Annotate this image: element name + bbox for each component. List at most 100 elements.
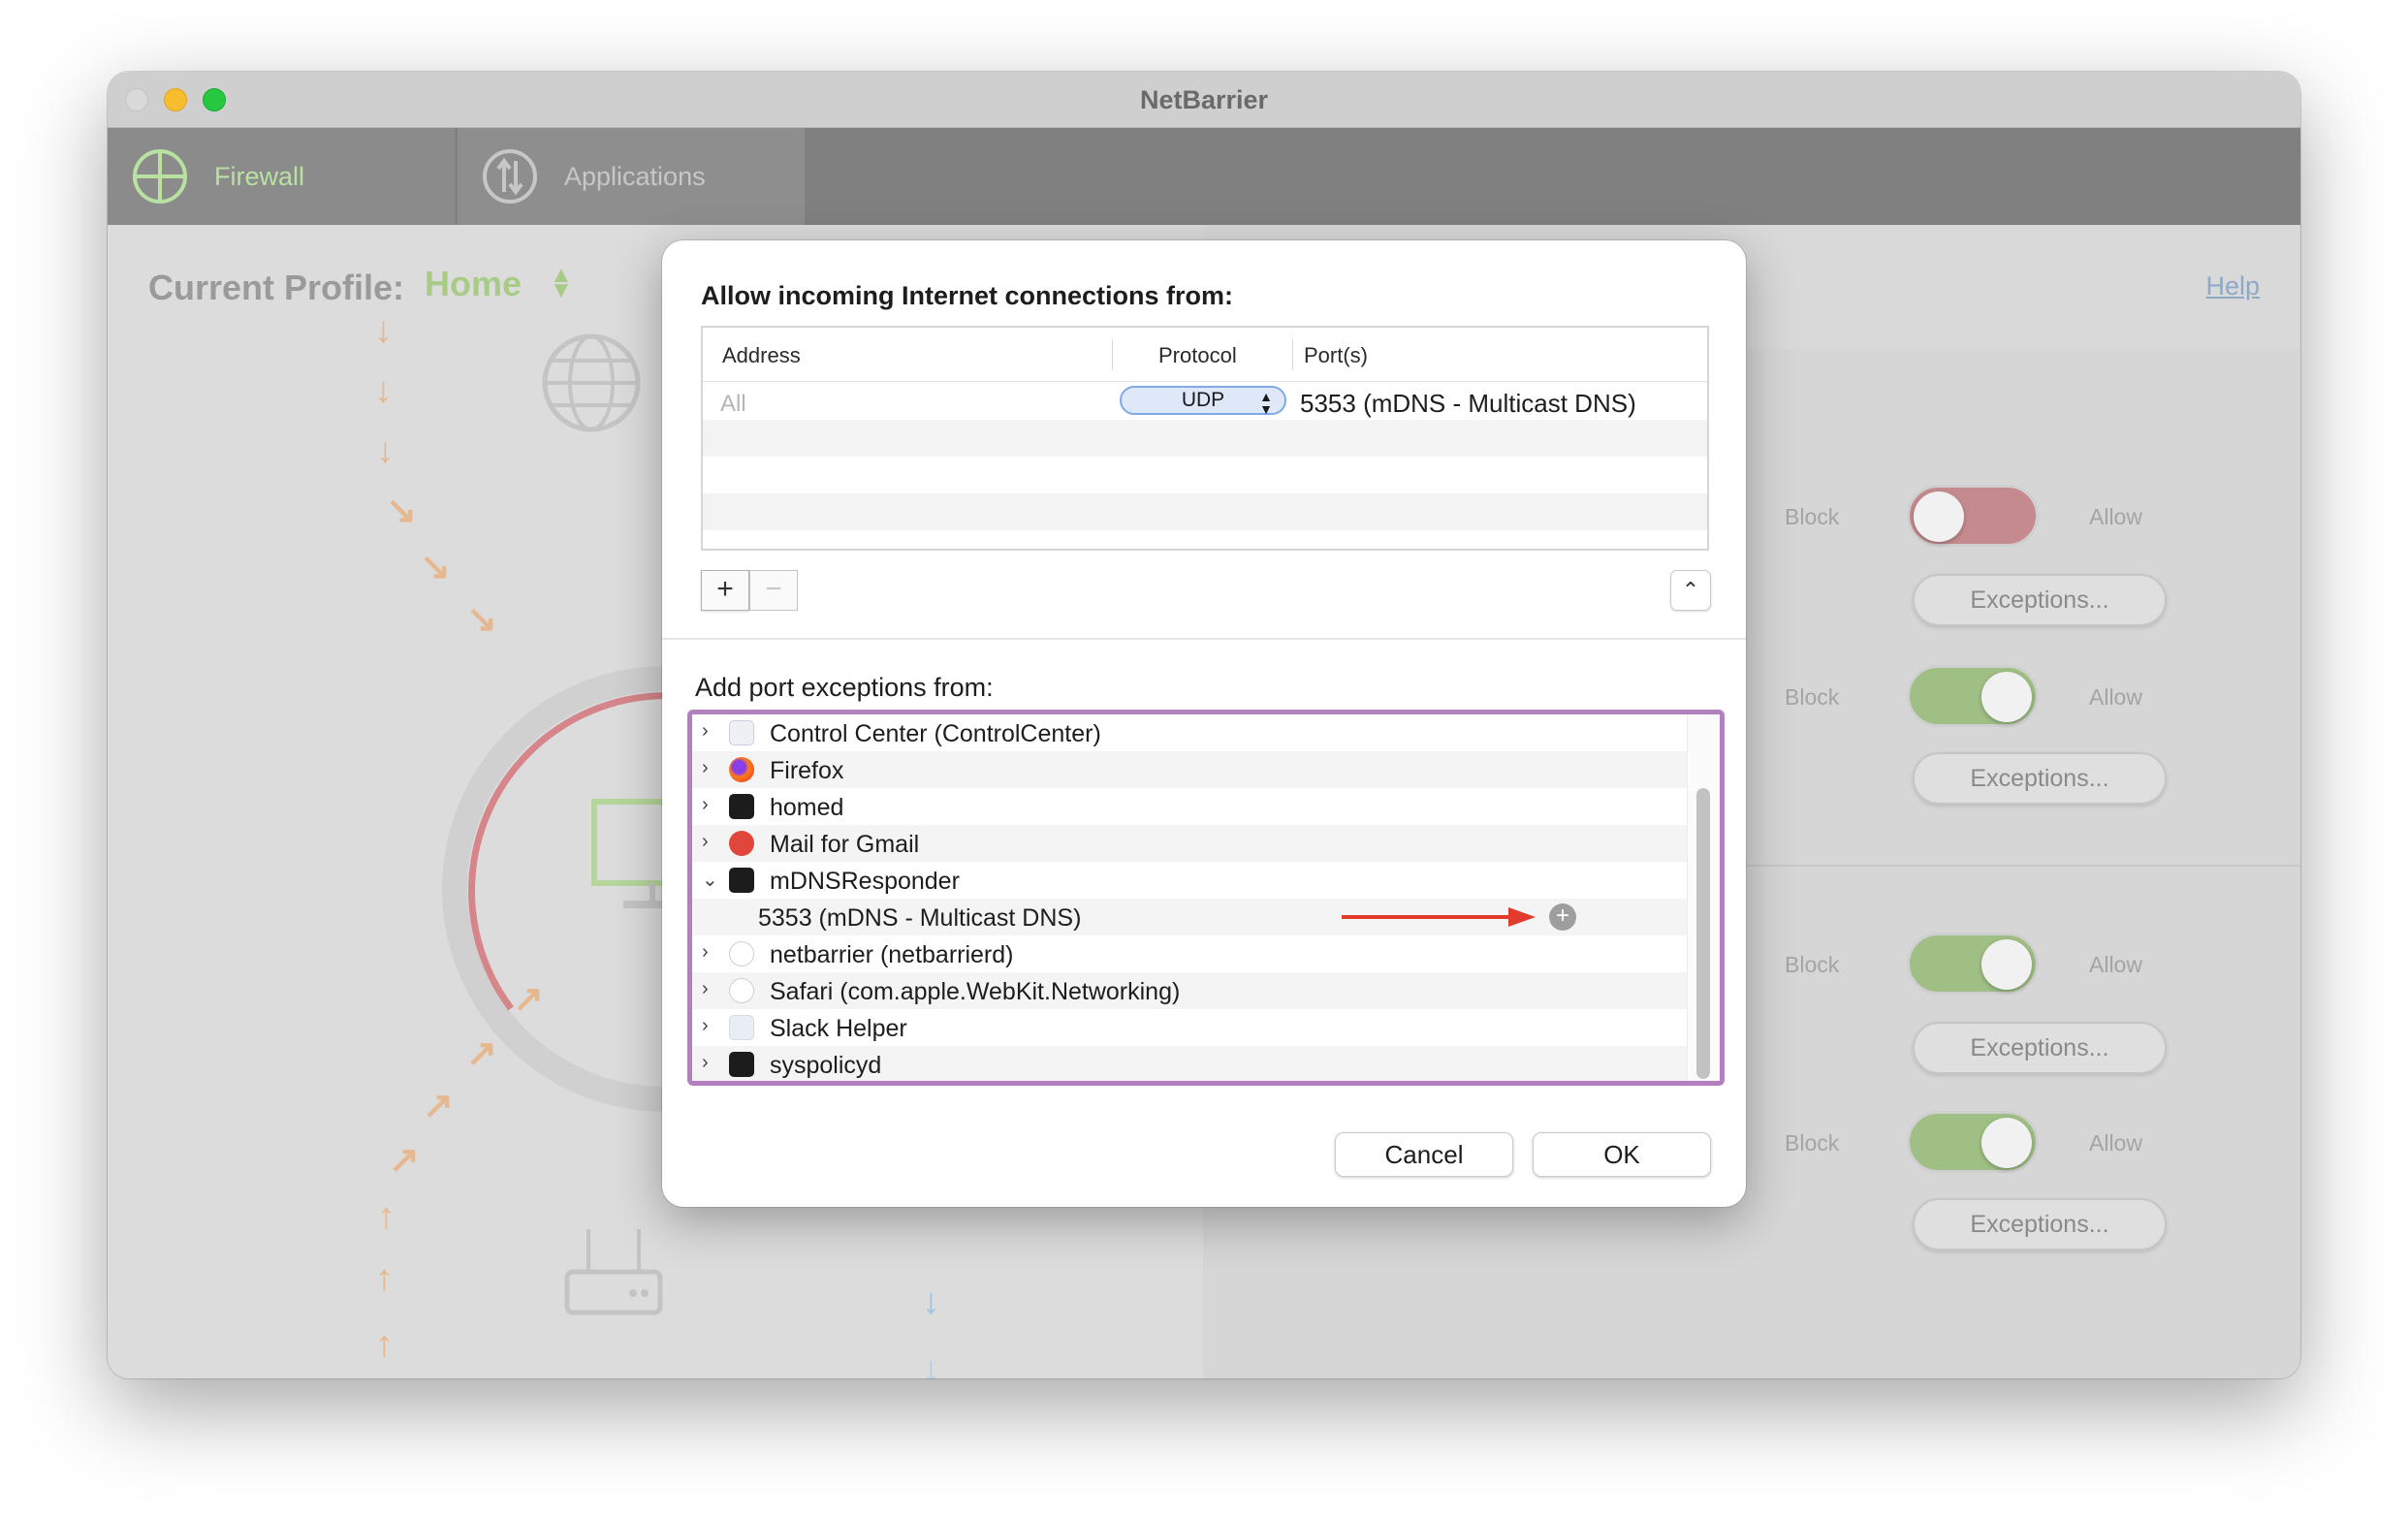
table-row	[703, 493, 1707, 530]
app-name: Mail for Gmail	[770, 831, 920, 858]
disclosure-chevron-icon[interactable]: ›	[702, 1015, 709, 1037]
allow-label: Allow	[2089, 952, 2142, 977]
app-name: netbarrier (netbarrierd)	[770, 941, 1014, 968]
outgoing-arrow-icon: ↗	[513, 979, 544, 1020]
screen: NetBarrier Firewall Applications Current…	[0, 0, 2408, 1520]
tab-applications-label: Applications	[564, 161, 706, 191]
block-allow-toggle[interactable]	[1907, 485, 2039, 547]
internet-globe-icon	[542, 333, 641, 432]
disclosure-chevron-icon[interactable]: ›	[702, 831, 709, 853]
block-allow-toggle[interactable]	[1907, 933, 2039, 995]
control-center-icon	[729, 720, 754, 745]
exceptions-button[interactable]: Exceptions...	[1913, 752, 2167, 805]
switch-row: Block Allow	[1785, 1111, 2250, 1188]
disclosure-chevron-icon[interactable]: ›	[702, 941, 709, 964]
disclosure-chevron-icon[interactable]: ›	[702, 794, 709, 816]
disclosure-chevron-icon[interactable]: ›	[702, 757, 709, 779]
annotation-arrow-icon	[1342, 907, 1536, 927]
terminal-icon	[729, 1052, 754, 1077]
scrollbar-thumb[interactable]	[1696, 788, 1710, 1079]
exceptions-button[interactable]: Exceptions...	[1913, 1198, 2167, 1251]
column-address[interactable]: Address	[722, 343, 801, 368]
app-name: mDNSResponder	[770, 868, 960, 895]
table-row[interactable]: All UDP ▲ ▼ 5353 (mDNS - Multicast DNS)	[703, 383, 1707, 420]
list-item[interactable]: › Control Center (ControlCenter)	[692, 714, 1695, 751]
incoming-arrow-icon: ↘	[420, 547, 451, 587]
exceptions-button[interactable]: Exceptions...	[1913, 1022, 2167, 1074]
window-title: NetBarrier	[1139, 85, 1269, 114]
remove-rule-button[interactable]: −	[749, 570, 798, 611]
allow-label: Allow	[2089, 684, 2142, 710]
protocol-popup[interactable]: UDP ▲ ▼	[1120, 386, 1286, 417]
column-separator	[1292, 339, 1293, 370]
toggle-knob	[1981, 1118, 2032, 1168]
address-cell[interactable]: All	[720, 391, 746, 418]
ports-cell[interactable]: 5353 (mDNS - Multicast DNS)	[1300, 389, 1636, 419]
incoming-arrow-icon: ↓	[374, 370, 393, 411]
disclosure-chevron-down-icon[interactable]: ⌄	[702, 868, 718, 892]
profile-label: Current Profile:	[148, 268, 405, 307]
disclosure-chevron-icon[interactable]: ›	[702, 978, 709, 1000]
disclosure-chevron-icon[interactable]: ›	[702, 720, 709, 743]
protocol-value: UDP	[1181, 389, 1225, 411]
profile-selector[interactable]: Home	[425, 264, 522, 304]
cancel-button[interactable]: Cancel	[1335, 1132, 1513, 1177]
list-item[interactable]: 5353 (mDNS - Multicast DNS) +	[692, 899, 1695, 935]
outgoing-arrow-icon: ↑	[375, 1324, 394, 1365]
add-rule-button[interactable]: +	[701, 570, 749, 611]
block-label: Block	[1785, 952, 1840, 977]
list-item[interactable]: › homed	[692, 788, 1695, 825]
list-item[interactable]: › Slack Helper	[692, 1009, 1695, 1046]
collapse-chevron-button[interactable]: ⌃	[1670, 570, 1711, 611]
block-label: Block	[1785, 504, 1840, 529]
allow-label: Allow	[2089, 1130, 2142, 1156]
port-entry: 5353 (mDNS - Multicast DNS)	[758, 904, 1082, 932]
app-name: Control Center (ControlCenter)	[770, 720, 1101, 747]
applications-icon	[483, 149, 537, 204]
column-protocol[interactable]: Protocol	[1158, 343, 1237, 368]
toggle-knob	[1981, 939, 2032, 990]
outgoing-arrow-icon: ↗	[389, 1140, 420, 1181]
toolbar: Firewall Applications	[108, 128, 2300, 225]
exceptions-button[interactable]: Exceptions...	[1913, 574, 2167, 626]
block-allow-toggle[interactable]	[1907, 1111, 2039, 1173]
applications-outline: › Control Center (ControlCenter) › Firef…	[687, 710, 1725, 1086]
shield-icon	[729, 978, 754, 1003]
add-exception-icon[interactable]: +	[1549, 903, 1576, 931]
port-exceptions-heading: Add port exceptions from:	[695, 673, 994, 702]
list-item[interactable]: › Mail for Gmail	[692, 825, 1695, 862]
firefox-icon	[729, 757, 754, 782]
local-arrow-icon: ↓	[922, 1349, 940, 1378]
dialog-divider	[662, 638, 1746, 640]
list-item[interactable]: › Safari (com.apple.WebKit.Networking)	[692, 972, 1695, 1009]
router-icon	[564, 1229, 663, 1315]
scrollbar-track[interactable]	[1687, 714, 1720, 1081]
outgoing-arrow-icon: ↑	[375, 1258, 394, 1299]
profile-stepper-icon[interactable]: ▲ ▼	[550, 264, 573, 302]
shield-icon	[729, 941, 754, 966]
outgoing-arrow-icon: ↑	[377, 1196, 396, 1237]
outgoing-arrow-icon: ↗	[466, 1033, 497, 1074]
app-name: homed	[770, 794, 844, 821]
list-item[interactable]: › syspolicyd	[692, 1046, 1695, 1081]
help-link[interactable]: Help	[2205, 271, 2260, 301]
list-item[interactable]: ⌄ mDNSResponder	[692, 862, 1695, 899]
mail-icon	[729, 831, 754, 856]
list-item[interactable]: › Firefox	[692, 751, 1695, 788]
terminal-icon	[729, 794, 754, 819]
switch-row: Block Allow	[1785, 485, 2250, 562]
updown-chevron-icon: ▲ ▼	[1259, 389, 1273, 417]
dialog-title: Allow incoming Internet connections from…	[701, 281, 1234, 310]
table-header: Address Protocol Port(s)	[703, 328, 1707, 382]
column-ports[interactable]: Port(s)	[1304, 343, 1368, 368]
firewall-icon	[133, 149, 187, 204]
ok-button[interactable]: OK	[1533, 1132, 1711, 1177]
list-item[interactable]: › netbarrier (netbarrierd)	[692, 935, 1695, 972]
tab-applications[interactable]: Applications	[458, 128, 805, 225]
disclosure-chevron-icon[interactable]: ›	[702, 1052, 709, 1074]
switch-row: Block Allow	[1785, 665, 2250, 743]
app-name: Safari (com.apple.WebKit.Networking)	[770, 978, 1181, 1005]
app-name: Slack Helper	[770, 1015, 907, 1042]
block-allow-toggle[interactable]	[1907, 665, 2039, 727]
tab-firewall[interactable]: Firewall	[108, 128, 455, 225]
